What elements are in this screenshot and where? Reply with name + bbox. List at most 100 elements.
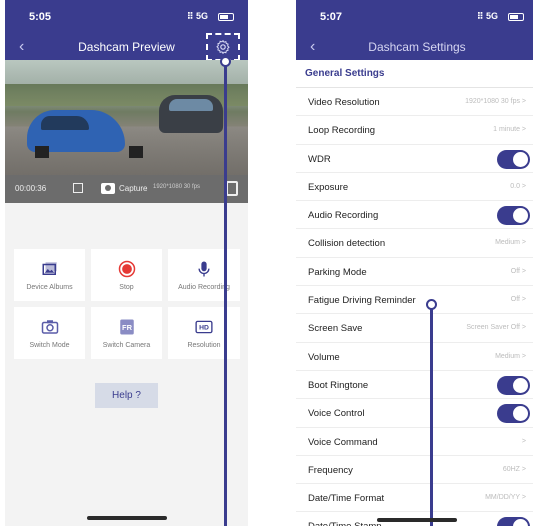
setting-label: Voice Command <box>308 437 378 448</box>
help-button[interactable]: Help ? <box>95 383 158 408</box>
nav-bar: ‹ Dashcam Preview <box>5 36 248 60</box>
setting-label: Voice Control <box>308 408 365 419</box>
stop-button[interactable]: Stop <box>91 249 162 301</box>
tile-label: Resolution <box>168 342 240 349</box>
setting-row-voice-control[interactable]: Voice Control <box>296 399 533 427</box>
live-video-preview[interactable] <box>5 60 248 175</box>
setting-value: 1 minute > <box>493 126 526 133</box>
device-albums-button[interactable]: Device Albums <box>14 249 85 301</box>
setting-row-parking-mode[interactable]: Parking Mode Off > <box>296 258 533 286</box>
tile-label: Switch Mode <box>14 342 85 349</box>
setting-value: Screen Saver Off > <box>466 324 526 331</box>
svg-text:FR: FR <box>122 323 133 332</box>
switch-mode-button[interactable]: Switch Mode <box>14 307 85 359</box>
control-panel: Device Albums Stop Audio Recording Switc… <box>5 203 248 526</box>
setting-row-loop-recording[interactable]: Loop Recording 1 minute > <box>296 116 533 144</box>
setting-label: Loop Recording <box>308 125 375 136</box>
setting-value: 60HZ > <box>503 466 526 473</box>
setting-row-date-time-format[interactable]: Date/Time Format MM/DD/YY > <box>296 484 533 512</box>
setting-row-fatigue-driving-reminder[interactable]: Fatigue Driving Reminder Off > <box>296 286 533 314</box>
setting-value: 1920*1080 30 fps > <box>465 98 526 105</box>
page-title: Dashcam Settings <box>296 40 533 54</box>
annotation-dot <box>426 299 437 310</box>
recording-time: 00:00:36 <box>15 184 46 193</box>
dark-car <box>159 95 223 133</box>
section-header: General Settings <box>296 60 533 88</box>
setting-label: Date/Time Stamp <box>308 521 382 526</box>
status-time: 5:05 <box>29 11 51 23</box>
status-time: 5:07 <box>320 11 342 23</box>
gear-icon <box>215 39 231 55</box>
setting-value: Off > <box>511 296 526 303</box>
tile-label: Stop <box>91 284 162 291</box>
setting-value: Off > <box>511 268 526 275</box>
setting-value: Medium > <box>495 353 526 360</box>
status-bar: 5:07 ⠿ 5G <box>296 0 533 36</box>
setting-row-voice-command[interactable]: Voice Command > <box>296 428 533 456</box>
svg-text:HD: HD <box>199 325 209 332</box>
gallery-icon[interactable] <box>73 183 83 193</box>
setting-label: Exposure <box>308 182 348 193</box>
fullscreen-icon[interactable] <box>226 181 238 196</box>
status-bar: 5:05 ⠿ 5G <box>5 0 248 36</box>
capture-label[interactable]: Capture <box>119 184 147 193</box>
setting-label: WDR <box>308 154 331 165</box>
dashcam-preview-screen: 5:05 ⠿ 5G ‹ Dashcam Preview 00:00:36 Cap… <box>5 0 248 526</box>
setting-row-screen-save[interactable]: Screen Save Screen Saver Off > <box>296 314 533 342</box>
toggle-switch[interactable] <box>497 206 530 225</box>
setting-value: Medium > <box>495 239 526 246</box>
setting-label: Collision detection <box>308 238 385 249</box>
dashcam-settings-screen: 5:07 ⠿ 5G ‹ Dashcam Settings General Set… <box>296 0 533 526</box>
setting-row-frequency[interactable]: Frequency 60HZ > <box>296 456 533 484</box>
toggle-switch[interactable] <box>497 404 530 423</box>
setting-row-video-resolution[interactable]: Video Resolution 1920*1080 30 fps > <box>296 88 533 116</box>
battery-icon <box>508 13 524 21</box>
setting-row-exposure[interactable]: Exposure 0.0 > <box>296 173 533 201</box>
annotation-dot <box>220 56 231 67</box>
setting-label: Fatigue Driving Reminder <box>308 295 416 306</box>
toggle-switch[interactable] <box>497 517 530 526</box>
annotation-line <box>224 62 227 526</box>
setting-value: MM/DD/YY > <box>485 494 526 501</box>
setting-label: Screen Save <box>308 323 362 334</box>
battery-icon <box>218 13 234 21</box>
signal-indicator: ⠿ 5G <box>187 11 208 22</box>
setting-label: Boot Ringtone <box>308 380 368 391</box>
settings-list: Video Resolution 1920*1080 30 fps > Loop R… <box>296 88 533 526</box>
setting-label: Date/Time Format <box>308 493 384 504</box>
tile-label: Audio Recording <box>168 284 240 291</box>
toggle-switch[interactable] <box>497 376 530 395</box>
switch-camera-button[interactable]: FR Switch Camera <box>91 307 162 359</box>
setting-label: Parking Mode <box>308 267 367 278</box>
annotation-line <box>430 306 433 526</box>
home-indicator <box>377 518 457 522</box>
setting-label: Frequency <box>308 465 353 476</box>
setting-label: Volume <box>308 352 340 363</box>
setting-label: Audio Recording <box>308 210 378 221</box>
capture-camera-icon[interactable] <box>101 183 115 194</box>
setting-row-boot-ringtone[interactable]: Boot Ringtone <box>296 371 533 399</box>
resolution-button[interactable]: HD Resolution <box>168 307 240 359</box>
nav-bar: ‹ Dashcam Settings <box>296 36 533 60</box>
tile-label: Switch Camera <box>91 342 162 349</box>
signal-indicator: ⠿ 5G <box>477 11 498 22</box>
setting-row-volume[interactable]: Volume Medium > <box>296 343 533 371</box>
home-indicator <box>87 516 167 520</box>
stop-record-icon <box>118 260 136 278</box>
microphone-icon <box>195 260 213 278</box>
setting-value: 0.0 > <box>510 183 526 190</box>
toggle-switch[interactable] <box>497 150 530 169</box>
recording-toolbar: 00:00:36 Capture 1920*1080 30 fps <box>5 175 248 203</box>
tile-label: Device Albums <box>14 284 85 291</box>
switch-camera-icon: FR <box>118 318 136 336</box>
audio-recording-button[interactable]: Audio Recording <box>168 249 240 301</box>
recording-resolution: 1920*1080 30 fps <box>153 184 200 190</box>
setting-value: > <box>522 438 526 445</box>
setting-label: Video Resolution <box>308 97 380 108</box>
setting-row-wdr[interactable]: WDR <box>296 145 533 173</box>
hd-icon: HD <box>195 318 213 336</box>
camera-icon <box>41 318 59 336</box>
setting-row-collision-detection[interactable]: Collision detection Medium > <box>296 229 533 257</box>
album-icon <box>41 260 59 278</box>
setting-row-audio-recording[interactable]: Audio Recording <box>296 201 533 229</box>
